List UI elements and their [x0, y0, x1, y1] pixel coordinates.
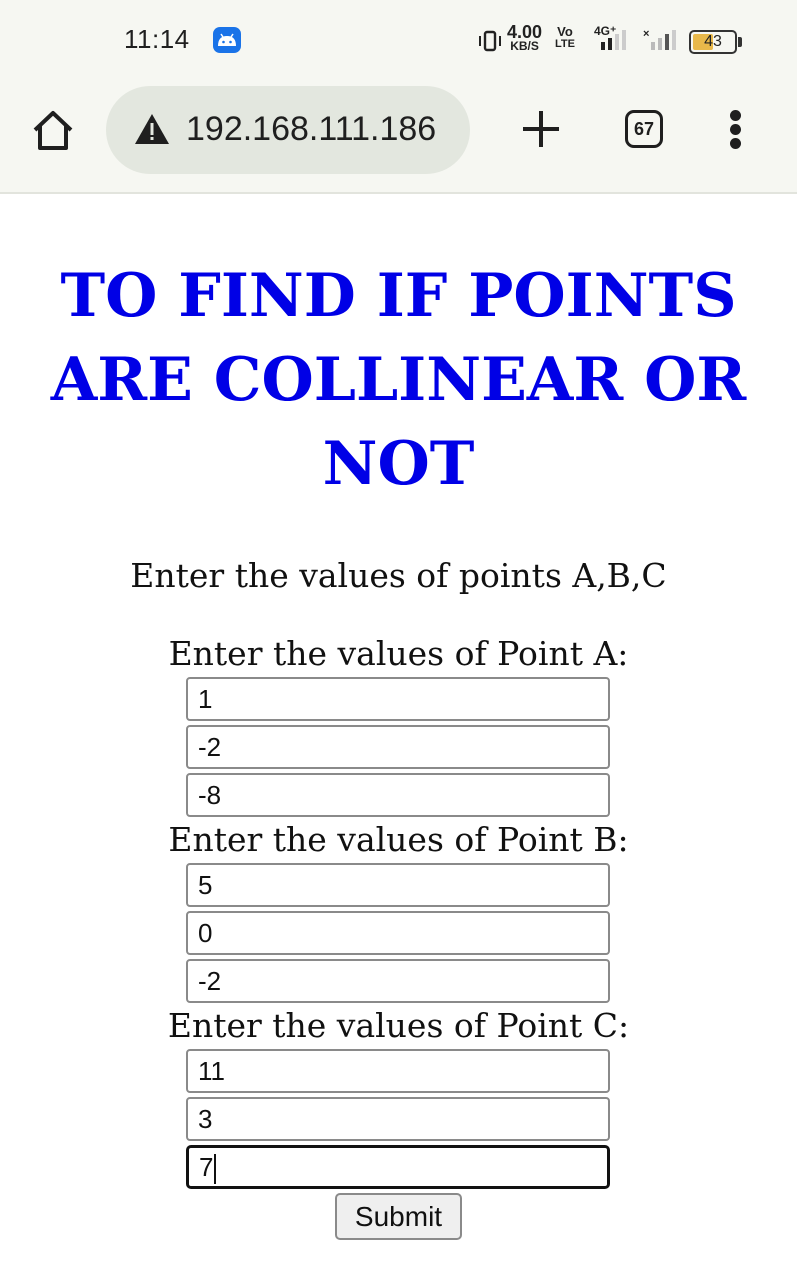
- more-menu-icon[interactable]: [726, 110, 746, 150]
- point-b-y-input[interactable]: 0: [186, 911, 610, 955]
- android-app-icon: [213, 27, 241, 53]
- no-signal-icon: ×: [643, 28, 683, 56]
- tab-switcher-button[interactable]: 67: [625, 110, 663, 148]
- intro-text: Enter the values of points A,B,C: [130, 556, 667, 595]
- point-b-x-input[interactable]: 5: [186, 863, 610, 907]
- battery-level: 43: [704, 33, 722, 50]
- browser-chrome: 11:14 4.00 KB/S Vo LTE 4G⁺ × 43 192.168.…: [0, 0, 797, 194]
- point-a-x-input[interactable]: 1: [186, 677, 610, 721]
- submit-button[interactable]: Submit: [335, 1193, 462, 1240]
- speed-unit: KB/S: [510, 39, 539, 53]
- home-icon[interactable]: [30, 108, 76, 154]
- point-b-z-input[interactable]: -2: [186, 959, 610, 1003]
- point-c-z-input[interactable]: 7: [186, 1145, 610, 1189]
- new-tab-icon[interactable]: [520, 108, 562, 150]
- point-a-label: Enter the values of Point A:: [168, 634, 629, 673]
- text-caret: [214, 1154, 217, 1185]
- battery-icon: 43: [689, 30, 742, 54]
- point-c-z-value: 7: [199, 1152, 214, 1182]
- speed-value: 4.00: [507, 22, 543, 42]
- status-bar: 11:14 4.00 KB/S Vo LTE 4G⁺ × 43: [0, 0, 797, 80]
- address-bar[interactable]: 192.168.111.186: [106, 86, 470, 174]
- page-title: TO FIND IF POINTS ARE COLLINEAR OR NOT: [50, 261, 747, 499]
- volte-top: Vo: [557, 24, 573, 39]
- warning-icon[interactable]: [134, 112, 170, 150]
- volte-indicator: Vo LTE: [555, 24, 575, 50]
- signal-strength-icon: [597, 28, 637, 56]
- volte-bottom: LTE: [555, 38, 575, 50]
- point-a-z-input[interactable]: -8: [186, 773, 610, 817]
- svg-text:×: ×: [643, 28, 649, 40]
- point-b-label: Enter the values of Point B:: [168, 820, 629, 859]
- point-a-y-input[interactable]: -2: [186, 725, 610, 769]
- point-c-label: Enter the values of Point C:: [167, 1006, 630, 1045]
- network-speed: 4.00 KB/S: [507, 22, 543, 53]
- point-c-x-input[interactable]: 11: [186, 1049, 610, 1093]
- point-c-y-input[interactable]: 3: [186, 1097, 610, 1141]
- url-text[interactable]: 192.168.111.186: [186, 110, 436, 149]
- status-time: 11:14: [124, 24, 190, 54]
- vibrate-icon: [477, 30, 503, 56]
